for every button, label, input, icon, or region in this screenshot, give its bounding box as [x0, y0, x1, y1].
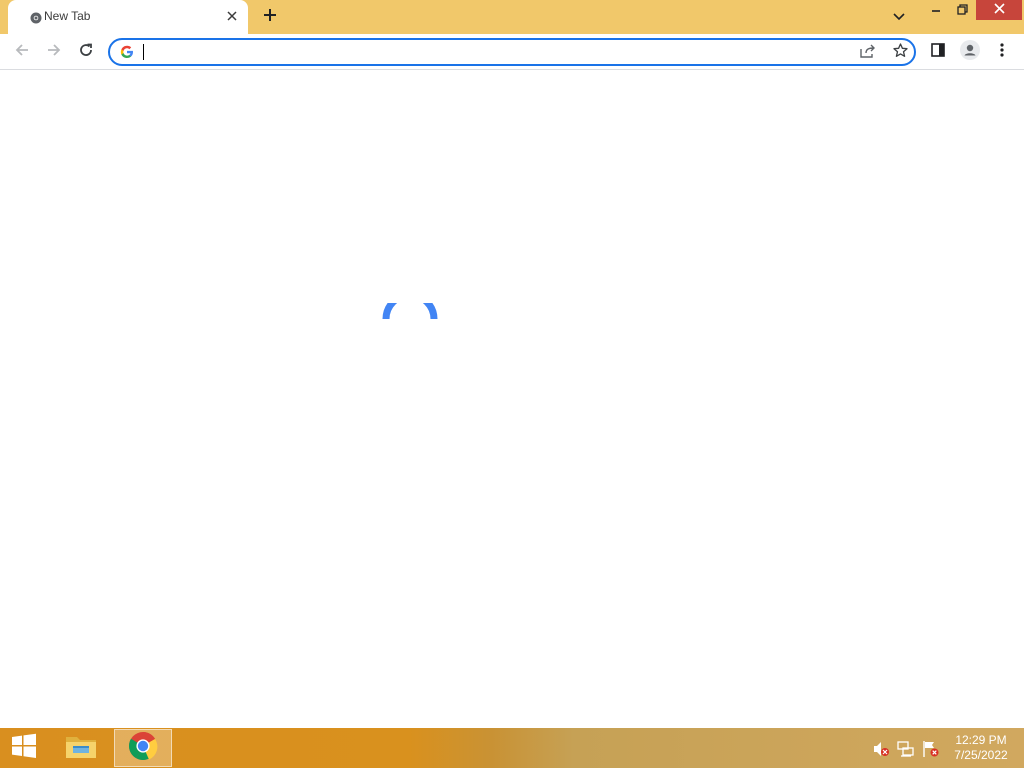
side-panel-icon	[931, 42, 945, 62]
close-icon[interactable]	[224, 8, 240, 24]
tab-title: New Tab	[44, 9, 91, 23]
forward-button[interactable]	[42, 40, 66, 64]
address-bar[interactable]	[108, 38, 916, 66]
taskbar-chrome[interactable]	[114, 729, 172, 767]
minimize-button[interactable]	[924, 0, 948, 22]
restore-icon	[956, 2, 968, 20]
menu-button[interactable]	[990, 40, 1014, 64]
bookmark-button[interactable]	[890, 43, 910, 63]
action-center-flag-icon[interactable]	[922, 740, 940, 758]
google-g-icon	[120, 45, 134, 59]
close-icon	[993, 1, 1005, 19]
back-button[interactable]	[10, 40, 34, 64]
clock-time: 12:29 PM	[955, 733, 1007, 747]
taskbar: 12:29 PM 7/25/2022	[0, 728, 1024, 768]
reload-icon	[78, 42, 94, 63]
start-button[interactable]	[8, 733, 40, 764]
share-button[interactable]	[858, 43, 878, 63]
restore-button[interactable]	[950, 0, 974, 22]
share-icon	[860, 44, 876, 63]
browser-toolbar	[0, 34, 1024, 70]
file-explorer-icon	[64, 731, 98, 766]
reload-button[interactable]	[74, 40, 98, 64]
chevron-down-icon	[893, 8, 905, 26]
windows-start-icon	[10, 733, 38, 764]
plus-icon	[263, 8, 277, 27]
forward-arrow-icon	[46, 42, 62, 63]
text-cursor	[143, 44, 144, 60]
window-close-button[interactable]	[976, 0, 1022, 20]
back-arrow-icon	[14, 42, 30, 63]
profile-button[interactable]	[958, 39, 982, 65]
tab-strip: New Tab	[0, 0, 1024, 34]
page-content	[0, 71, 1024, 728]
address-input[interactable]	[142, 43, 842, 61]
side-panel-button[interactable]	[926, 40, 950, 64]
tab-search-button[interactable]	[890, 8, 908, 26]
loading-spinner-icon	[380, 291, 440, 323]
kebab-menu-icon	[1000, 42, 1004, 63]
clock-date: 7/25/2022	[954, 748, 1008, 762]
minimize-icon	[931, 2, 941, 20]
chrome-icon	[128, 731, 158, 766]
network-icon[interactable]	[897, 740, 915, 758]
tab-new-tab[interactable]: New Tab	[8, 0, 248, 34]
chrome-favicon-icon	[30, 11, 42, 24]
volume-muted-icon[interactable]	[872, 740, 890, 758]
system-clock[interactable]: 12:29 PM 7/25/2022	[946, 733, 1016, 763]
taskbar-file-explorer[interactable]	[60, 732, 102, 764]
star-icon	[892, 43, 908, 63]
new-tab-button[interactable]	[260, 7, 280, 27]
profile-icon	[960, 39, 980, 65]
